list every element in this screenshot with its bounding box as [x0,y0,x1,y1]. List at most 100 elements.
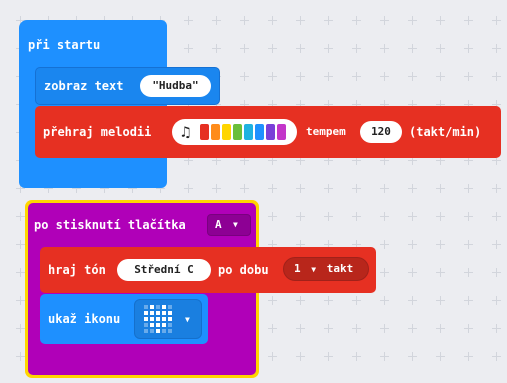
grid-mark [212,44,221,53]
grid-mark [464,212,473,221]
button-dropdown[interactable]: A ▼ [207,214,251,236]
grid-mark [324,324,333,333]
grid-mark [240,72,249,81]
grid-mark [212,184,221,193]
beat-dropdown[interactable]: 1 ▼ takt [283,257,369,281]
grid-mark [380,72,389,81]
grid-mark [352,72,361,81]
grid-mark [268,44,277,53]
grid-mark [464,240,473,249]
grid-mark [324,72,333,81]
grid-mark [492,324,501,333]
grid-mark [436,324,445,333]
tempo-label: tempem [306,125,346,138]
grid-mark [184,44,193,53]
grid-mark [268,324,277,333]
melody-note-bar [200,124,209,140]
grid-mark [324,352,333,361]
note-value[interactable]: Střední C [117,259,211,281]
melody-note-bar [266,124,275,140]
grid-mark [464,268,473,277]
grid-mark [380,352,389,361]
grid-mark [492,296,501,305]
grid-mark [324,296,333,305]
grid-mark [268,16,277,25]
button-dropdown-value: A [215,218,222,231]
grid-mark [16,324,25,333]
grid-mark [408,184,417,193]
grid-mark [240,44,249,53]
grid-mark [464,44,473,53]
icon-dropdown[interactable]: ▼ [134,299,202,339]
heart-icon [144,305,172,333]
grid-mark [492,268,501,277]
grid-mark [16,240,25,249]
grid-mark [296,16,305,25]
grid-mark [324,212,333,221]
grid-mark [268,184,277,193]
grid-mark [408,212,417,221]
grid-mark [352,184,361,193]
show-string-value[interactable]: "Hudba" [140,75,211,97]
play-tone-label: hraj tón [48,263,106,277]
grid-mark [296,324,305,333]
grid-mark [464,16,473,25]
grid-mark [436,212,445,221]
beat-unit: takt [326,262,354,275]
grid-mark [240,16,249,25]
grid-mark [352,324,361,333]
grid-mark [16,352,25,361]
grid-mark [268,352,277,361]
grid-mark [324,44,333,53]
grid-mark [492,184,501,193]
grid-mark [184,184,193,193]
grid-mark [268,72,277,81]
grid-mark [296,296,305,305]
grid-mark [492,352,501,361]
on-start-label: při startu [28,38,101,52]
grid-mark [408,268,417,277]
grid-mark [240,184,249,193]
grid-mark [380,184,389,193]
grid-mark [380,16,389,25]
grid-mark [408,44,417,53]
grid-mark [380,240,389,249]
grid-mark [436,296,445,305]
grid-mark [436,268,445,277]
grid-mark [352,44,361,53]
grid-mark [296,44,305,53]
grid-mark [436,44,445,53]
grid-mark [352,352,361,361]
melody-note-bar [233,124,242,140]
grid-mark [324,184,333,193]
melody-note-bar [277,124,286,140]
grid-mark [492,72,501,81]
show-string-label: zobraz text [44,79,124,93]
grid-mark [296,72,305,81]
grid-mark [380,324,389,333]
melody-picker[interactable]: ♫ [172,119,297,145]
grid-mark [408,352,417,361]
grid-mark [16,212,25,221]
grid-mark [492,240,501,249]
grid-mark [268,212,277,221]
grid-mark [408,296,417,305]
show-icon-label: ukaž ikonu [48,312,121,326]
grid-mark [16,268,25,277]
grid-mark [436,352,445,361]
melody-preview [200,124,288,140]
grid-mark [408,324,417,333]
grid-mark [380,268,389,277]
grid-mark [408,72,417,81]
grid-mark [184,16,193,25]
grid-mark [436,240,445,249]
grid-mark [352,212,361,221]
grid-mark [16,296,25,305]
grid-mark [380,44,389,53]
grid-mark [464,296,473,305]
grid-mark [352,296,361,305]
tempo-value[interactable]: 120 [360,121,402,143]
melody-note-bar [211,124,220,140]
grid-mark [492,44,501,53]
beat-value: 1 [294,262,301,275]
